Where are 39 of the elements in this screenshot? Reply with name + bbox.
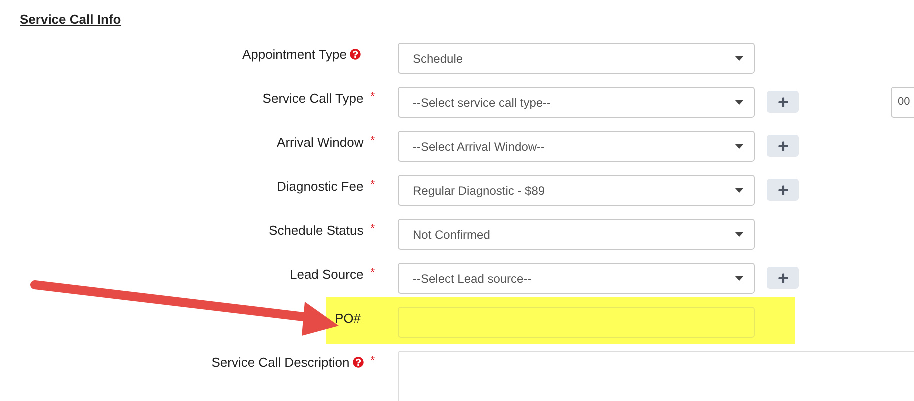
select-field[interactable]: --Select service call type-- xyxy=(398,87,755,118)
field-label: Service Call Description xyxy=(212,354,350,372)
required-mark: * xyxy=(370,90,375,105)
input-field[interactable]: 00 xyxy=(891,87,914,118)
required-mark: * xyxy=(370,222,375,237)
required-mark: * xyxy=(370,178,375,193)
field-label: Lead Source xyxy=(290,266,364,284)
field-label: PO# xyxy=(334,310,361,328)
field-value: 00 xyxy=(898,95,910,110)
add-button[interactable] xyxy=(767,135,799,157)
plus-icon xyxy=(778,140,788,152)
plus-icon xyxy=(778,184,788,196)
help-icon[interactable] xyxy=(352,357,364,368)
add-button[interactable] xyxy=(767,179,799,201)
select-field[interactable]: --Select Arrival Window-- xyxy=(398,131,755,162)
field-label: Service Call Type xyxy=(262,90,364,108)
plus-icon xyxy=(778,96,788,108)
select-field[interactable]: Not Confirmed xyxy=(398,219,755,250)
caret-icon xyxy=(735,56,744,61)
select-field[interactable]: Schedule xyxy=(398,43,755,74)
required-mark: * xyxy=(370,134,375,149)
help-icon[interactable] xyxy=(350,49,361,60)
caret-icon xyxy=(735,232,744,237)
field-label: Appointment Type xyxy=(242,46,347,64)
plus-icon xyxy=(778,272,788,284)
select-field[interactable]: Regular Diagnostic - $89 xyxy=(398,175,755,206)
caret-icon xyxy=(735,188,744,193)
section-title: Service Call Info xyxy=(20,12,122,27)
field-label: Diagnostic Fee xyxy=(277,178,364,196)
caret-icon xyxy=(735,144,744,149)
caret-icon xyxy=(735,100,744,105)
select-field[interactable]: --Select Lead source-- xyxy=(398,263,755,294)
required-mark: * xyxy=(370,266,375,281)
field-label: Schedule Status xyxy=(269,222,364,240)
required-mark: * xyxy=(370,354,375,369)
field-label: Arrival Window xyxy=(277,134,364,152)
add-button[interactable] xyxy=(767,267,799,289)
add-button[interactable] xyxy=(767,91,799,113)
caret-icon xyxy=(735,276,744,281)
